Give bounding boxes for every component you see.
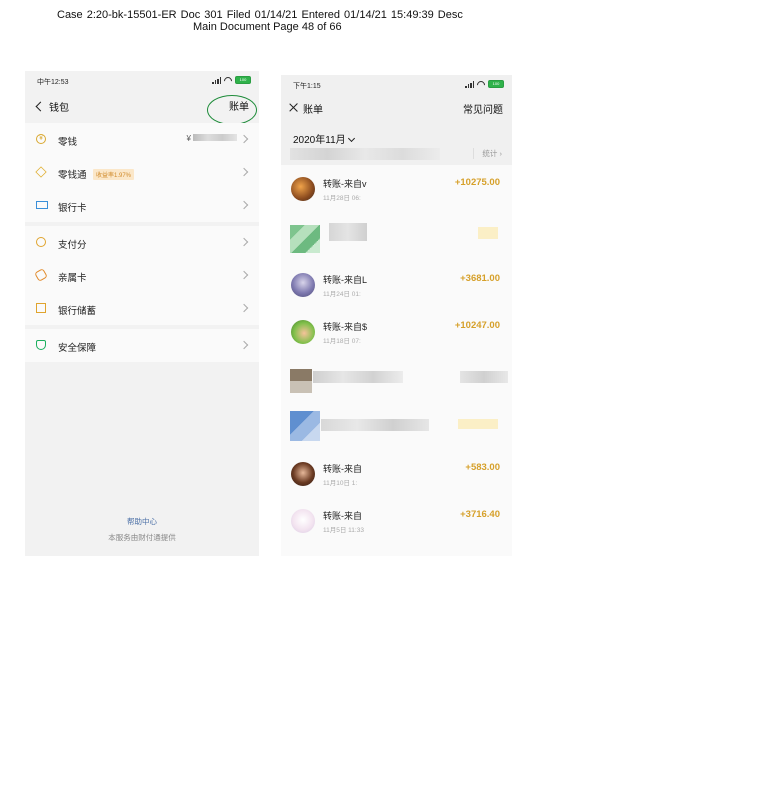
transaction-amount: +10275.00	[454, 177, 500, 188]
stats-link[interactable]: 统计 ›	[473, 148, 502, 159]
battery-icon: 100	[235, 76, 251, 84]
pixelated-avatar	[290, 369, 312, 393]
wallet-item-label: 零钱通	[58, 170, 87, 181]
transaction-date: 11月28日 06:	[323, 195, 361, 202]
wallet-item-bank-card[interactable]: 银行卡	[25, 189, 259, 222]
help-center-link[interactable]: 帮助中心	[25, 516, 259, 527]
annotation-circle	[207, 95, 257, 125]
signal-icon	[465, 80, 474, 88]
document-line: Main Document Page 48 of 66	[193, 21, 342, 33]
case-line: Case 2:20-bk-15501-ER Doc 301 Filed 01/1…	[57, 9, 463, 21]
diamond-icon	[35, 166, 47, 178]
wallet-group-3: 安全保障	[25, 329, 259, 362]
redacted-transaction-row	[281, 215, 512, 261]
avatar	[291, 462, 315, 486]
transaction-name: 转账-来自L	[323, 275, 368, 285]
status-time: 中午12:53	[37, 79, 69, 86]
score-icon	[36, 237, 46, 247]
avatar	[291, 273, 315, 297]
pixelated-amount	[460, 371, 508, 383]
wallet-item-label: 安全保障	[58, 343, 97, 354]
transaction-row[interactable]: 转账-来自L 11月24日 01: +3681.00	[281, 263, 512, 309]
wallet-item-pay-score[interactable]: 支付分	[25, 226, 259, 259]
close-icon[interactable]	[289, 103, 298, 112]
transaction-row[interactable]: 转账-来自 11月5日 11:33 +3716.40	[281, 499, 512, 545]
chevron-right-icon	[239, 134, 249, 144]
pixelated-text	[313, 371, 403, 383]
transaction-date: 11月10日 1:	[323, 480, 358, 487]
transaction-row[interactable]: 转账-来自$ 11月18日 07: +10247.00	[281, 310, 512, 356]
yield-badge: 收益率1.97%	[93, 169, 135, 180]
battery-icon: 100	[488, 80, 504, 88]
transaction-date: 11月5日 11:33	[323, 527, 364, 534]
pixelated-text	[329, 223, 367, 241]
wallet-item-label: 银行储蓄	[58, 306, 97, 317]
wallet-item-lingqiantong[interactable]: 零钱通 收益率1.97%	[25, 156, 259, 189]
page-title: 钱包	[49, 103, 69, 114]
balance-value: ¥	[187, 134, 237, 143]
transaction-row[interactable]: 转账-来自v 11月28日 06: +10275.00	[281, 167, 512, 213]
wallet-item-bank-savings[interactable]: 银行储蓄	[25, 292, 259, 325]
chevron-right-icon	[239, 200, 249, 210]
status-bar: 中午12:53 100	[25, 71, 259, 91]
status-bar: 下午1:15 100	[281, 75, 512, 95]
transaction-name: 转账-来自	[323, 511, 362, 521]
back-icon[interactable]	[35, 101, 46, 112]
chevron-right-icon	[239, 237, 249, 247]
signal-icon	[212, 76, 221, 84]
wallet-item-label: 支付分	[58, 240, 87, 251]
transaction-amount: +3716.40	[460, 509, 500, 520]
avatar	[291, 177, 315, 201]
redacted-summary	[290, 148, 440, 160]
yuan-coin-icon: ¥	[36, 134, 46, 144]
transaction-date: 11月18日 07:	[323, 338, 361, 345]
chevron-right-icon	[239, 303, 249, 313]
family-card-icon	[34, 268, 48, 282]
pixelated-avatar	[290, 225, 320, 253]
avatar	[291, 509, 315, 533]
status-time: 下午1:15	[293, 83, 321, 90]
provider-note: 本服务由财付通提供	[108, 533, 176, 542]
transaction-name: 转账-来自	[323, 464, 362, 474]
transaction-date: 11月24日 01:	[323, 291, 361, 298]
wallet-group-2: 支付分 亲属卡 银行储蓄	[25, 226, 259, 325]
pixelated-amount	[478, 227, 498, 239]
redacted-transaction-row	[281, 405, 512, 451]
chevron-right-icon	[239, 167, 249, 177]
card-icon	[36, 201, 48, 209]
pixelated-avatar	[290, 411, 320, 441]
chevron-down-icon	[347, 134, 355, 143]
page-title: 账单	[303, 105, 323, 116]
redacted-transaction-row	[281, 359, 512, 405]
wallet-item-label: 银行卡	[58, 203, 87, 214]
wallet-screenshot: 中午12:53 100 钱包 账单 ¥ 零钱 ¥ 零钱通 收益率1.97% 银行…	[25, 71, 259, 556]
wallet-item-label: 亲属卡	[58, 273, 87, 284]
chevron-right-icon	[239, 270, 249, 280]
pixelated-text	[321, 419, 429, 431]
wallet-item-family-card[interactable]: 亲属卡	[25, 259, 259, 292]
faq-link[interactable]: 常见问题	[463, 101, 503, 116]
transaction-row[interactable]: 转账-来自 11月10日 1: +583.00	[281, 452, 512, 498]
month-filter-bar: 2020年11月 统计 ›	[281, 121, 512, 165]
transaction-amount: +10247.00	[454, 320, 500, 331]
redacted-balance	[193, 134, 237, 141]
wallet-group-1: ¥ 零钱 ¥ 零钱通 收益率1.97% 银行卡	[25, 123, 259, 222]
transaction-amount: +3681.00	[460, 273, 500, 284]
pixelated-amount	[458, 419, 498, 429]
wallet-item-security[interactable]: 安全保障	[25, 329, 259, 362]
bank-icon	[36, 303, 46, 313]
avatar	[291, 320, 315, 344]
transaction-name: 转账-来自v	[323, 179, 367, 189]
wifi-icon	[224, 77, 232, 84]
bill-nav-bar: 账单 常见问题	[281, 95, 512, 121]
transaction-amount: +583.00	[465, 462, 500, 473]
chevron-right-icon	[239, 340, 249, 350]
wallet-item-label: 零钱	[58, 137, 78, 148]
transaction-name: 转账-来自$	[323, 322, 368, 332]
wifi-icon	[477, 81, 485, 88]
wallet-item-change[interactable]: ¥ 零钱 ¥	[25, 123, 259, 156]
bill-screenshot: 下午1:15 100 账单 常见问题 2020年11月 统计 › 转账-来自v …	[281, 75, 512, 556]
month-selector[interactable]: 2020年11月	[293, 131, 355, 146]
shield-icon	[36, 340, 46, 350]
